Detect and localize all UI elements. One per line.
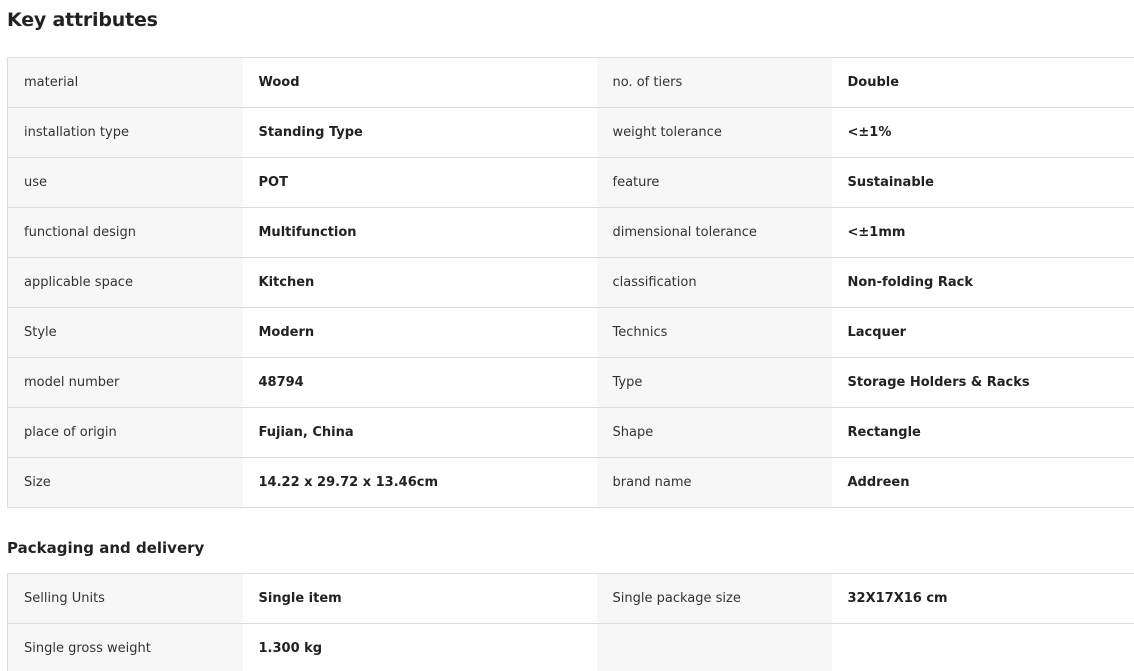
attribute-label: weight tolerance [596,107,832,158]
attribute-value: Multifunction [242,207,597,258]
attribute-label: Single gross weight [7,623,243,671]
attribute-value: Addreen [831,457,1134,508]
table-row: Single gross weight 1.300 kg [7,623,1134,671]
attribute-value: Standing Type [242,107,597,158]
attribute-value: <±1% [831,107,1134,158]
attribute-label: place of origin [7,407,243,458]
table-row: Size 14.22 x 29.72 x 13.46cm brand name … [7,457,1134,508]
key-attributes-title: Key attributes [7,9,158,31]
attribute-value: 48794 [242,357,597,408]
attribute-value: Rectangle [831,407,1134,458]
packaging-delivery-title: Packaging and delivery [7,539,205,557]
attribute-value: Double [831,57,1134,108]
table-row: place of origin Fujian, China Shape Rect… [7,407,1134,458]
attribute-label: classification [596,257,832,308]
table-row: applicable space Kitchen classification … [7,257,1134,308]
attribute-label: applicable space [7,257,243,308]
attribute-value: Non-folding Rack [831,257,1134,308]
attribute-label: Technics [596,307,832,358]
attribute-label: dimensional tolerance [596,207,832,258]
attribute-value: <±1mm [831,207,1134,258]
attribute-value: 32X17X16 cm [831,573,1134,624]
attribute-label: no. of tiers [596,57,832,108]
attribute-label: brand name [596,457,832,508]
attribute-value: 14.22 x 29.72 x 13.46cm [242,457,597,508]
table-row: Selling Units Single item Single package… [7,573,1134,624]
packaging-delivery-table: Selling Units Single item Single package… [7,573,1134,671]
attribute-value: Storage Holders & Racks [831,357,1134,408]
attribute-label: model number [7,357,243,408]
table-row: installation type Standing Type weight t… [7,107,1134,158]
table-row: use POT feature Sustainable [7,157,1134,208]
attribute-label: Shape [596,407,832,458]
table-row: Style Modern Technics Lacquer [7,307,1134,358]
attribute-label-empty [596,623,832,671]
table-row: material Wood no. of tiers Double [7,57,1134,108]
attribute-label: installation type [7,107,243,158]
attribute-value: Sustainable [831,157,1134,208]
attribute-label: functional design [7,207,243,258]
key-attributes-table: material Wood no. of tiers Double instal… [7,57,1134,508]
table-row: functional design Multifunction dimensio… [7,207,1134,258]
attribute-label: Single package size [596,573,832,624]
product-attributes-page: Key attributes material Wood no. of tier… [0,0,1134,671]
attribute-value: Modern [242,307,597,358]
attribute-value: Single item [242,573,597,624]
attribute-label: Size [7,457,243,508]
attribute-value: Kitchen [242,257,597,308]
attribute-value: 1.300 kg [242,623,597,671]
attribute-value: Fujian, China [242,407,597,458]
attribute-label: Style [7,307,243,358]
attribute-label: feature [596,157,832,208]
attribute-label: use [7,157,243,208]
table-row: model number 48794 Type Storage Holders … [7,357,1134,408]
attribute-label: material [7,57,243,108]
attribute-value-empty [831,623,1134,671]
attribute-value: Wood [242,57,597,108]
attribute-label: Selling Units [7,573,243,624]
attribute-value: POT [242,157,597,208]
attribute-value: Lacquer [831,307,1134,358]
attribute-label: Type [596,357,832,408]
